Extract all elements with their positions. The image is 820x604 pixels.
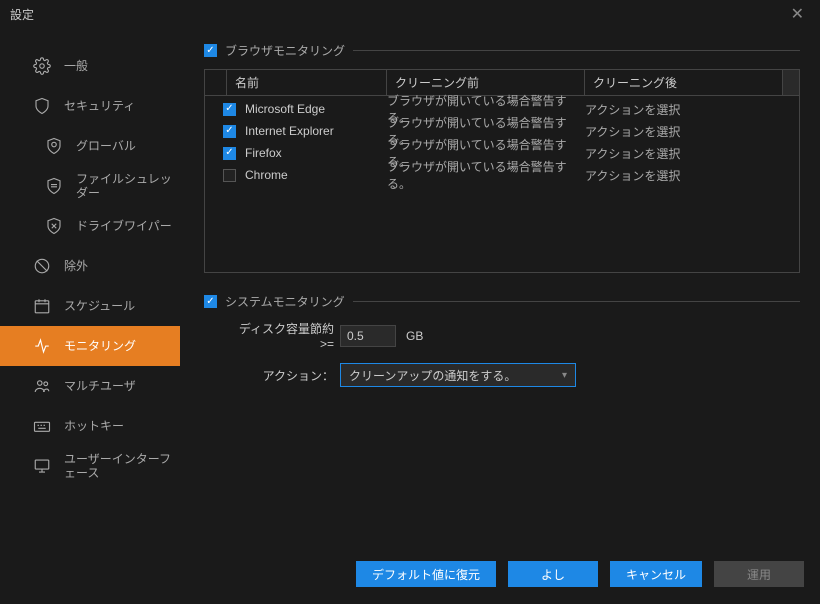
window-title: 設定 [10, 6, 34, 23]
sidebar-item-global[interactable]: グローバル [0, 126, 180, 166]
action-row: アクション： クリーンアップの通知をする。 ▾ [204, 363, 800, 387]
action-select[interactable]: クリーンアップの通知をする。 ▾ [340, 363, 576, 387]
sidebar-item-label: ファイルシュレッダー [76, 172, 180, 201]
scrollbar-track[interactable] [783, 70, 799, 95]
sidebar-item-monitoring[interactable]: モニタリング [0, 326, 180, 366]
close-button[interactable]: ✕ [785, 2, 810, 26]
gear-icon [32, 56, 52, 76]
cancel-button[interactable]: キャンセル [610, 561, 702, 587]
cell-name: Firefox [245, 146, 387, 160]
browser-table: 名前 クリーニング前 クリーニング後 Microsoft Edge ブラウザが開… [204, 69, 800, 273]
select-value: クリーンアップの通知をする。 [349, 367, 516, 384]
cell-after[interactable]: アクションを選択 [585, 167, 799, 184]
col-name[interactable]: 名前 [227, 70, 387, 95]
section-title: ブラウザモニタリング [225, 42, 345, 59]
monitor-icon [32, 336, 52, 356]
sidebar: 一般 セキュリティ グローバル ファイルシュレッダー ドライブワイパー 除外 ス… [0, 28, 180, 544]
disk-unit: GB [406, 329, 423, 343]
table-body: Microsoft Edge ブラウザが開いている場合警告する。 アクションを選… [205, 96, 799, 188]
cell-after[interactable]: アクションを選択 [585, 101, 799, 118]
ok-button[interactable]: よし [508, 561, 598, 587]
sidebar-item-wiper[interactable]: ドライブワイパー [0, 206, 180, 246]
sidebar-item-shredder[interactable]: ファイルシュレッダー [0, 166, 180, 206]
exclude-icon [32, 256, 52, 276]
divider [353, 50, 800, 51]
sidebar-item-label: 除外 [64, 259, 88, 273]
shield-global-icon [44, 136, 64, 156]
sidebar-item-hotkey[interactable]: ホットキー [0, 406, 180, 446]
section-browser-monitoring: ブラウザモニタリング [204, 42, 800, 59]
sidebar-item-ui[interactable]: ユーザーインターフェース [0, 446, 180, 486]
disk-value-input[interactable] [340, 325, 396, 347]
disk-label: ディスク容量節約 >= [222, 320, 340, 351]
cell-name: Chrome [245, 168, 387, 182]
sidebar-item-label: ユーザーインターフェース [64, 452, 180, 481]
chevron-down-icon: ▾ [562, 370, 567, 381]
divider [353, 301, 800, 302]
cell-after[interactable]: アクションを選択 [585, 145, 799, 162]
users-icon [32, 376, 52, 396]
sidebar-item-label: スケジュール [64, 299, 135, 313]
cell-name: Microsoft Edge [245, 102, 387, 116]
sidebar-item-label: ドライブワイパー [76, 219, 172, 233]
sidebar-item-schedule[interactable]: スケジュール [0, 286, 180, 326]
restore-defaults-button[interactable]: デフォルト値に復元 [356, 561, 496, 587]
sidebar-item-label: ホットキー [64, 419, 124, 433]
shield-icon [32, 96, 52, 116]
section-title: システムモニタリング [225, 293, 345, 310]
wiper-icon [44, 216, 64, 236]
content-panel: ブラウザモニタリング 名前 クリーニング前 クリーニング後 Microsoft … [180, 28, 820, 544]
sidebar-item-security[interactable]: セキュリティ [0, 86, 180, 126]
cell-after[interactable]: アクションを選択 [585, 123, 799, 140]
row-checkbox[interactable] [223, 169, 236, 182]
action-label: アクション： [222, 367, 340, 384]
row-checkbox[interactable] [223, 103, 236, 116]
section-system-monitoring: システムモニタリング [204, 293, 800, 310]
cell-before[interactable]: ブラウザが開いている場合警告する。 [387, 158, 585, 192]
sidebar-item-label: グローバル [76, 139, 136, 153]
system-monitoring-checkbox[interactable] [204, 295, 217, 308]
sidebar-item-label: 一般 [64, 59, 88, 73]
disk-saving-row: ディスク容量節約 >= GB [204, 320, 800, 351]
col-checkbox [205, 70, 227, 95]
apply-button[interactable]: 運用 [714, 561, 804, 587]
display-icon [32, 456, 52, 476]
col-after[interactable]: クリーニング後 [585, 70, 783, 95]
titlebar: 設定 ✕ [0, 0, 820, 28]
sidebar-item-label: マルチユーザ [64, 379, 136, 393]
sidebar-item-multiuser[interactable]: マルチユーザ [0, 366, 180, 406]
row-checkbox[interactable] [223, 125, 236, 138]
sidebar-item-label: セキュリティ [64, 99, 135, 113]
calendar-icon [32, 296, 52, 316]
cell-name: Internet Explorer [245, 124, 387, 138]
sidebar-item-exclude[interactable]: 除外 [0, 246, 180, 286]
table-row[interactable]: Chrome ブラウザが開いている場合警告する。 アクションを選択 [205, 164, 799, 186]
row-checkbox[interactable] [223, 147, 236, 160]
keyboard-icon [32, 416, 52, 436]
shredder-icon [44, 176, 64, 196]
footer: デフォルト値に復元 よし キャンセル 運用 [0, 544, 820, 604]
browser-monitoring-checkbox[interactable] [204, 44, 217, 57]
sidebar-item-label: モニタリング [64, 339, 136, 353]
sidebar-item-general[interactable]: 一般 [0, 46, 180, 86]
